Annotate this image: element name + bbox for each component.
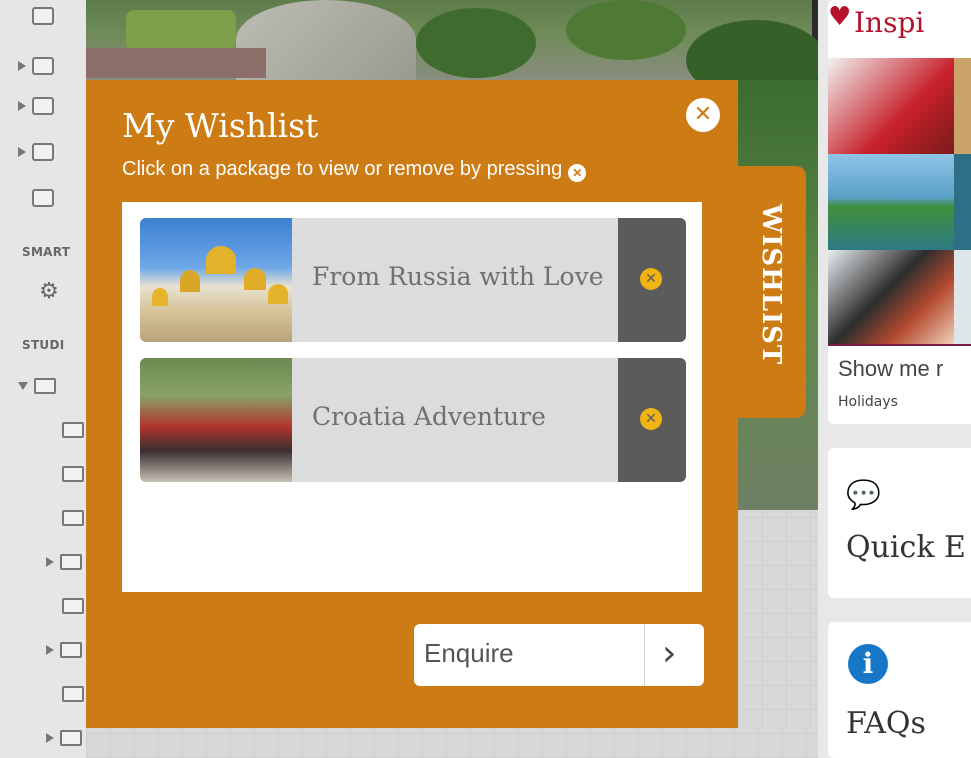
remove-icon: ✕ <box>640 268 662 290</box>
folder-icon <box>60 730 82 746</box>
junk-icon <box>32 97 54 115</box>
mail-sidebar: SMART ⚙ STUDI <box>0 0 87 758</box>
thumbnail-ski[interactable] <box>828 250 954 344</box>
folder-icon <box>62 466 84 482</box>
folder-icon <box>62 686 84 702</box>
wishlist-item[interactable]: From Russia with Love ✕ <box>140 218 686 342</box>
thumbnail[interactable] <box>954 154 971 250</box>
send-icon <box>32 57 54 75</box>
photo-tree <box>566 0 686 60</box>
expand-triangle-icon[interactable] <box>18 61 26 71</box>
remove-package-button[interactable]: ✕ <box>618 358 686 482</box>
sidebar-subfolder[interactable] <box>62 590 84 622</box>
thumbnail-santa[interactable] <box>828 58 954 154</box>
wishlist-instructions-text: Click on a package to view or remove by … <box>122 158 563 180</box>
sidebar-item-flagged[interactable] <box>18 0 54 32</box>
expand-triangle-icon[interactable] <box>46 733 54 743</box>
thumbnail[interactable] <box>954 58 971 154</box>
enquire-label: Enquire <box>424 638 514 668</box>
wishlist-tab-label: WISHLIST <box>756 204 786 366</box>
photo-wall <box>86 48 266 78</box>
info-icon: i <box>848 644 888 684</box>
photo-lawn <box>126 10 236 50</box>
expand-triangle-icon[interactable] <box>46 645 54 655</box>
package-name[interactable]: From Russia with Love <box>312 262 604 291</box>
archive-icon <box>32 189 54 207</box>
sidebar-item-junk[interactable] <box>18 90 54 122</box>
quick-enquiry-title[interactable]: Quick E <box>846 530 966 565</box>
hero-photo <box>86 0 826 100</box>
folder-icon <box>60 554 82 570</box>
sidebar-subfolder[interactable] <box>46 722 82 754</box>
remove-icon: ✕ <box>640 408 662 430</box>
dome <box>244 268 266 290</box>
holidays-label: Holidays <box>838 394 898 410</box>
wishlist-title: My Wishlist <box>122 106 319 145</box>
sidebar-subfolder[interactable] <box>62 458 84 490</box>
tiled-background <box>738 510 818 758</box>
package-image-croatia[interactable] <box>140 358 292 482</box>
photo-tree <box>416 8 536 78</box>
sidebar-subfolder[interactable] <box>46 634 82 666</box>
thumbnail-lake[interactable] <box>828 154 954 250</box>
package-name[interactable]: Croatia Adventure <box>312 402 546 431</box>
sidebar-subfolder[interactable] <box>62 414 84 446</box>
folder-icon <box>60 642 82 658</box>
quick-enquiry-card[interactable] <box>828 448 971 598</box>
sidebar-item-sent[interactable] <box>18 50 54 82</box>
sidebar-subfolder[interactable] <box>62 502 84 534</box>
expand-triangle-icon[interactable] <box>46 557 54 567</box>
package-image-russia[interactable] <box>140 218 292 342</box>
sidebar-item-smart-mailbox[interactable]: ⚙ <box>18 276 60 308</box>
expand-triangle-icon[interactable] <box>18 101 26 111</box>
thumbnail[interactable] <box>954 250 971 344</box>
sidebar-subfolder[interactable] <box>62 678 84 710</box>
dome <box>206 246 236 274</box>
gear-icon: ⚙ <box>39 279 59 304</box>
enquire-divider <box>644 624 645 686</box>
inspire-card[interactable]: ♥ Inspi Show me r Holidays <box>828 0 971 424</box>
folder-icon <box>34 378 56 394</box>
wishlist-item[interactable]: Croatia Adventure ✕ <box>140 358 686 482</box>
wishlist-panel: My Wishlist ✕ Click on a package to view… <box>86 80 738 728</box>
expand-triangle-icon[interactable] <box>18 147 26 157</box>
right-panel: ♥ Inspi Show me r Holidays 💬 Quick E i F… <box>818 0 971 758</box>
sidebar-section-studio: STUDI <box>22 338 65 352</box>
tiled-background <box>86 728 826 758</box>
remove-icon: ✕ <box>568 164 587 182</box>
show-me-link[interactable]: Show me r <box>838 356 943 382</box>
sidebar-item-archive[interactable] <box>18 182 54 214</box>
wishlist-tab[interactable]: WISHLIST <box>738 166 806 418</box>
sidebar-item-folder[interactable] <box>18 370 56 402</box>
sidebar-item-trash[interactable] <box>18 136 54 168</box>
dome <box>152 288 168 306</box>
wishlist-instructions: Click on a package to view or remove by … <box>122 158 587 182</box>
folder-icon <box>62 598 84 614</box>
flag-icon <box>32 7 54 25</box>
heart-icon: ♥ <box>828 2 852 32</box>
chat-bubbles-icon: 💬 <box>846 478 881 511</box>
sidebar-subfolder[interactable] <box>46 546 82 578</box>
wishlist-items-list: From Russia with Love ✕ Croatia Adventur… <box>122 202 702 592</box>
dome <box>180 270 200 292</box>
trash-icon <box>32 143 54 161</box>
remove-package-button[interactable]: ✕ <box>618 218 686 342</box>
faq-title[interactable]: FAQs <box>846 706 926 741</box>
inspiration-thumbnails[interactable] <box>828 58 971 346</box>
folder-icon <box>62 510 84 526</box>
chevron-right-icon: › <box>662 633 677 674</box>
divider <box>828 344 971 346</box>
inspire-title: Inspi <box>854 6 925 39</box>
dome <box>268 284 288 304</box>
enquire-button[interactable]: Enquire › <box>414 624 704 686</box>
close-icon[interactable]: ✕ <box>686 98 720 132</box>
collapse-triangle-icon[interactable] <box>18 382 28 390</box>
sidebar-section-smart: SMART <box>22 245 71 259</box>
folder-icon <box>62 422 84 438</box>
